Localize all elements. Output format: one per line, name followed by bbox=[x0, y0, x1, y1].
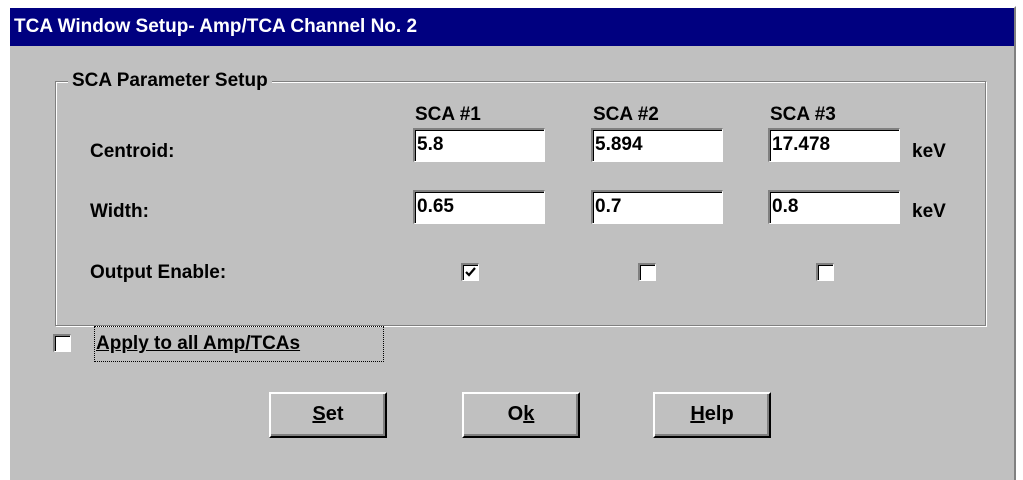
width-sca2-field[interactable]: 0.7 bbox=[591, 190, 723, 224]
width-unit: keV bbox=[912, 201, 946, 222]
set-mnemonic: S bbox=[312, 403, 326, 425]
set-label-rest: et bbox=[325, 403, 344, 425]
apply-all-checkbox[interactable] bbox=[53, 334, 71, 352]
centroid-sca3-field[interactable]: 17.478 bbox=[768, 128, 900, 162]
groupbox-title: SCA Parameter Setup bbox=[68, 69, 272, 93]
ok-mnemonic: k bbox=[523, 403, 535, 425]
output-enable-sca1-checkbox[interactable] bbox=[461, 263, 479, 281]
help-button[interactable]: Help bbox=[653, 392, 771, 438]
window-title: TCA Window Setup- Amp/TCA Channel No. 2 bbox=[14, 16, 418, 37]
output-enable-label: Output Enable: bbox=[90, 262, 227, 283]
apply-all-label[interactable]: Apply to all Amp/TCAs bbox=[96, 330, 300, 358]
set-button[interactable]: Set bbox=[269, 392, 387, 438]
column-header-sca2: SCA #2 bbox=[593, 104, 659, 125]
centroid-sca1-field[interactable]: 5.8 bbox=[413, 128, 545, 162]
centroid-unit: keV bbox=[912, 141, 946, 162]
width-sca3-field[interactable]: 0.8 bbox=[768, 190, 900, 224]
output-enable-sca3-checkbox[interactable] bbox=[816, 263, 834, 281]
column-header-sca1: SCA #1 bbox=[415, 104, 481, 125]
help-label-rest: elp bbox=[704, 403, 734, 425]
dialog-window: TCA Window Setup- Amp/TCA Channel No. 2 … bbox=[8, 6, 1016, 480]
help-mnemonic: H bbox=[690, 403, 705, 425]
output-enable-sca2-checkbox[interactable] bbox=[638, 263, 656, 281]
width-label: Width: bbox=[90, 201, 149, 222]
width-sca1-field[interactable]: 0.65 bbox=[413, 190, 545, 224]
title-bar[interactable]: TCA Window Setup- Amp/TCA Channel No. 2 bbox=[10, 8, 1014, 46]
centroid-sca2-field[interactable]: 5.894 bbox=[591, 128, 723, 162]
ok-button[interactable]: Ok bbox=[462, 392, 580, 438]
checkmark-icon bbox=[465, 267, 476, 277]
centroid-label: Centroid: bbox=[90, 141, 175, 162]
column-header-sca3: SCA #3 bbox=[770, 104, 836, 125]
ok-label-pre: O bbox=[507, 403, 524, 425]
